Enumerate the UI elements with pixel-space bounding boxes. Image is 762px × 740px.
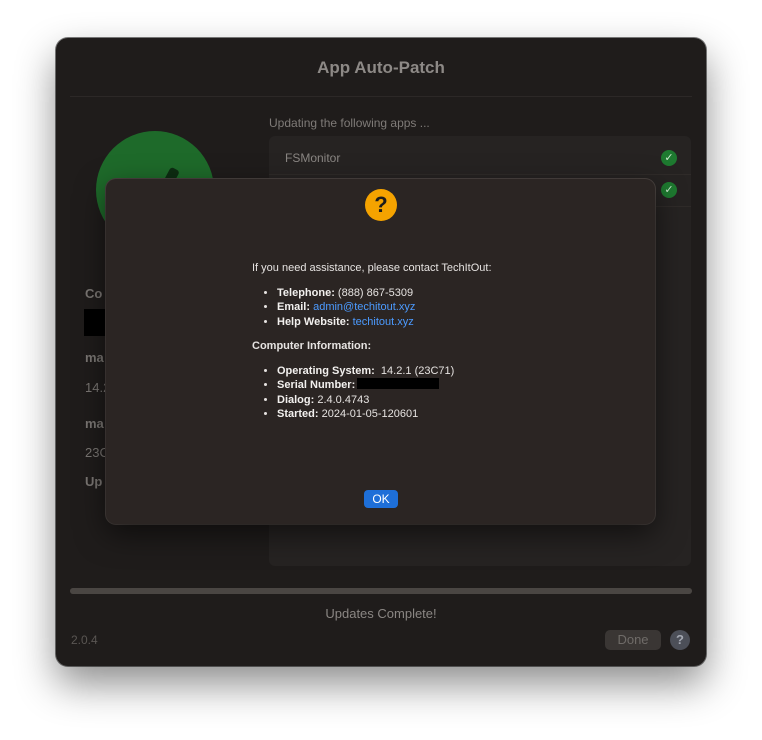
telephone-item: Telephone: (888) 867-5309	[277, 286, 582, 301]
assistance-intro: If you need assistance, please contact T…	[252, 262, 492, 274]
question-icon: ?	[365, 189, 397, 221]
website-label: Help Website:	[277, 315, 350, 328]
redacted-serial	[357, 378, 440, 389]
email-label: Email:	[277, 301, 311, 313]
started-item: Started: 2024-01-05-120601	[277, 407, 582, 422]
dialog-version-value: 2.4.0.4743	[314, 393, 370, 406]
app-name: FSMonitor	[285, 151, 341, 165]
computer-info-list: Operating System: 14.2.1 (23C71) Serial …	[252, 364, 582, 422]
website-item: Help Website: techitout.xyz	[277, 315, 582, 330]
help-dialog: ? If you need assistance, please contact…	[106, 179, 655, 524]
redacted-block	[84, 309, 106, 336]
version-label: 2.0.4	[71, 633, 98, 647]
email-link[interactable]: admin@techitout.xyz	[313, 301, 415, 313]
sidebar-label-build: ma	[85, 416, 104, 431]
title-divider	[70, 96, 692, 97]
website-link[interactable]: techitout.xyz	[353, 316, 414, 328]
checkmark-icon: ✓	[661, 182, 677, 198]
sidebar-label-model: ma	[85, 350, 104, 365]
started-label: Started:	[277, 408, 319, 420]
list-caption: Updating the following apps ...	[269, 116, 430, 130]
progress-fill	[70, 588, 692, 594]
ok-button[interactable]: OK	[364, 490, 398, 508]
contact-list: Telephone: (888) 867-5309 Email: admin@t…	[252, 286, 582, 330]
done-button[interactable]: Done	[605, 630, 661, 650]
progress-bar	[70, 588, 692, 594]
serial-label: Serial Number:	[277, 379, 356, 391]
list-item: FSMonitor ✓	[269, 142, 691, 175]
dialog-message: If you need assistance, please contact T…	[252, 261, 582, 432]
started-value: 2024-01-05-120601	[318, 408, 419, 420]
checkmark-icon: ✓	[661, 150, 677, 166]
sidebar-label-updates: Up	[85, 474, 103, 489]
email-item: Email: admin@techitout.xyz	[277, 300, 582, 315]
window-title: App Auto-Patch	[317, 58, 445, 77]
serial-item: Serial Number:	[277, 378, 582, 393]
os-label: Operating System:	[277, 364, 375, 377]
sidebar-label-computer: Co	[85, 286, 103, 301]
help-button[interactable]: ?	[670, 630, 690, 650]
os-value: 14.2.1 (23C71)	[374, 364, 455, 377]
computer-info-heading: Computer Information:	[252, 340, 372, 352]
status-message: Updates Complete!	[325, 606, 437, 621]
telephone-label: Telephone:	[277, 286, 335, 299]
dialog-version-item: Dialog: 2.4.0.4743	[277, 393, 582, 408]
telephone-value: (888) 867-5309	[334, 286, 414, 299]
dialog-version-label: Dialog:	[277, 393, 315, 406]
os-item: Operating System: 14.2.1 (23C71)	[277, 364, 582, 379]
